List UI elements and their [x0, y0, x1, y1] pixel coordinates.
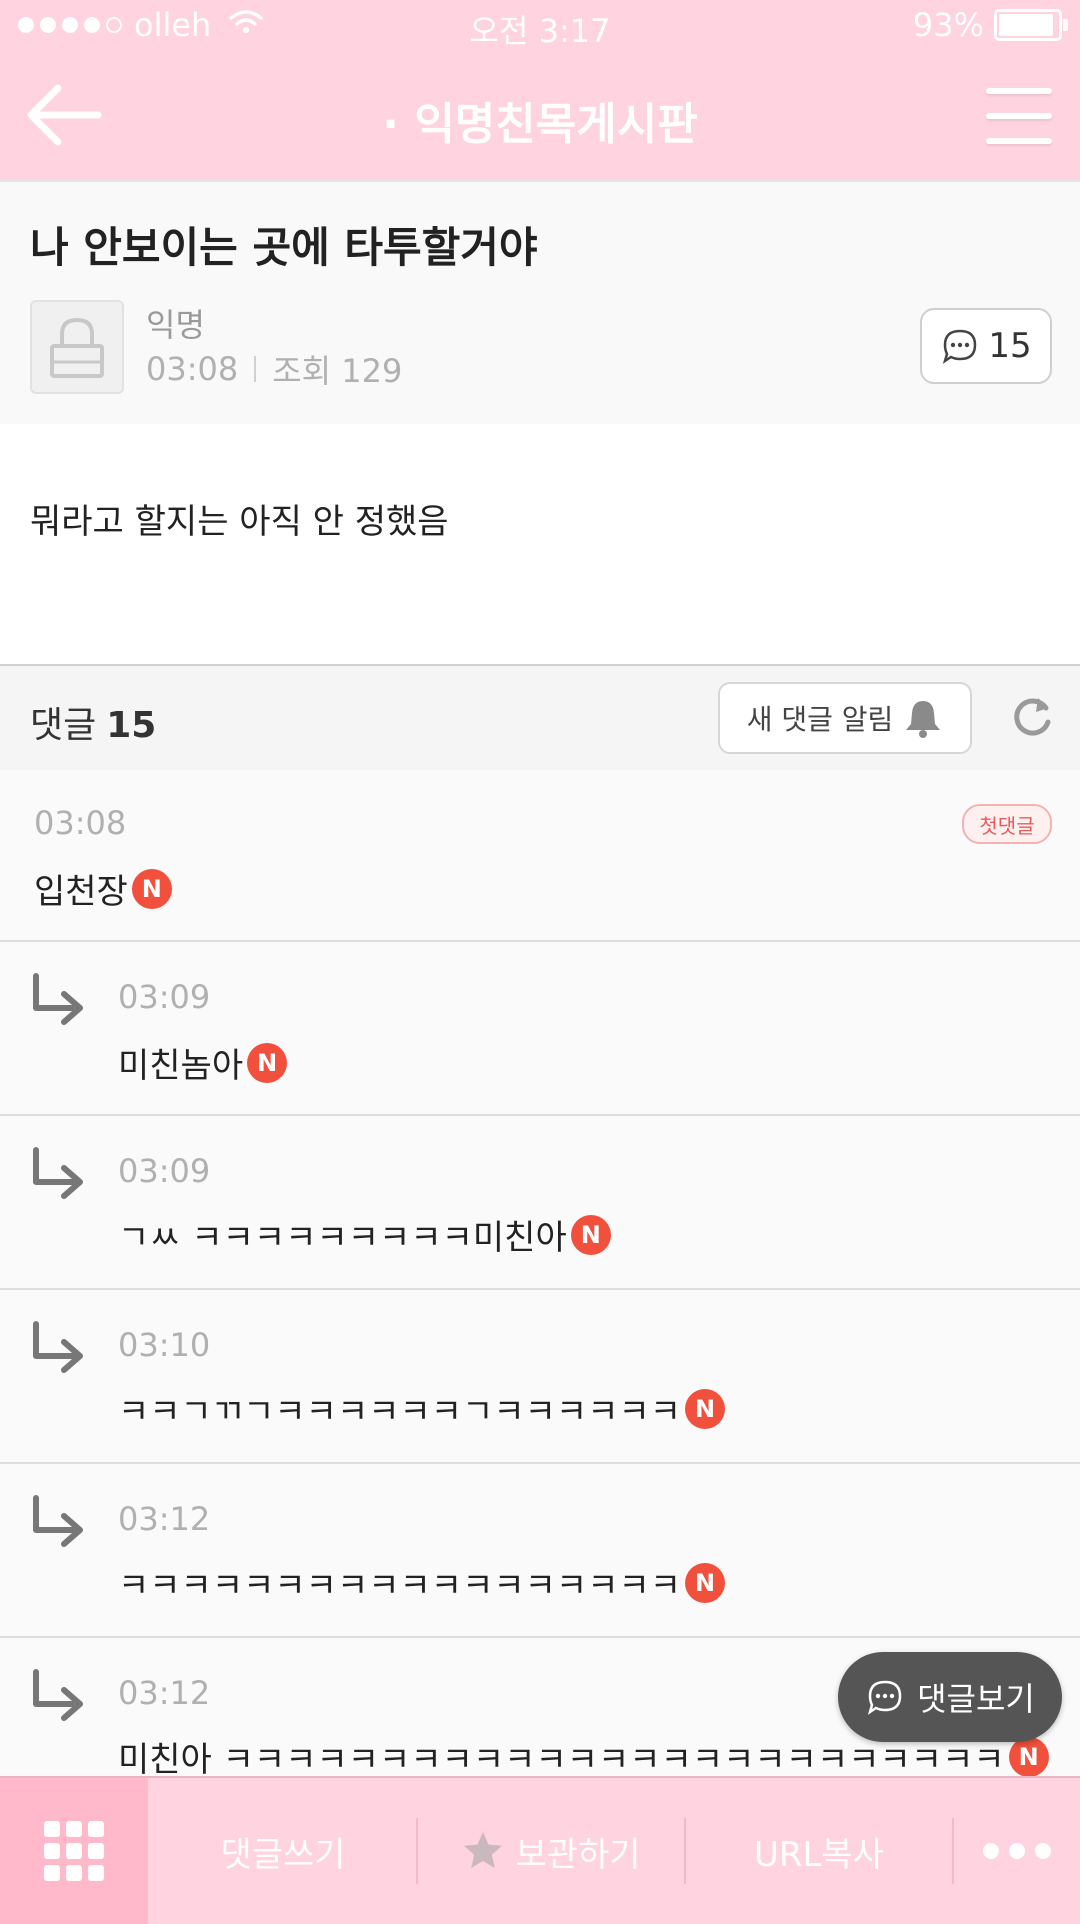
- post-views: 조회 129: [272, 352, 403, 390]
- battery-icon: [994, 9, 1068, 41]
- comment-time: 03:08: [34, 804, 127, 842]
- comment-time: 03:09: [118, 978, 211, 1016]
- post-title: 나 안보이는 곳에 타투할거야: [30, 223, 538, 272]
- post-meta: 03:08 조회 129: [146, 346, 402, 392]
- board-title: · 익명친목게시판: [382, 99, 698, 150]
- post-time: 03:08: [146, 350, 239, 388]
- post-author: 익명: [146, 306, 205, 344]
- speech-bubble-icon: [867, 1680, 902, 1715]
- post-body: 뭐라고 할지는 아직 안 정했음: [0, 424, 1080, 666]
- write-comment-button[interactable]: 댓글쓰기: [150, 1778, 416, 1924]
- battery-status: 93%: [912, 6, 1068, 44]
- more-dots-icon: [983, 1843, 1051, 1859]
- view-comments-fab[interactable]: 댓글보기: [838, 1652, 1062, 1742]
- comments-total: 15: [106, 705, 157, 746]
- lock-icon: [50, 317, 104, 378]
- new-badge: N: [685, 1562, 726, 1603]
- app-header: · 익명친목게시판: [0, 52, 1080, 182]
- refresh-button[interactable]: [1008, 692, 1058, 742]
- reply-arrow-icon: [33, 1147, 83, 1199]
- save-button[interactable]: 보관하기: [418, 1778, 684, 1924]
- reply-arrow-icon: [33, 1321, 83, 1373]
- comments-label: 댓글 15: [30, 705, 157, 746]
- comment-count: 15: [988, 326, 1032, 366]
- comment-item[interactable]: 03:08 첫댓글 입천장 N: [0, 770, 1080, 942]
- new-badge: N: [247, 1042, 288, 1083]
- post-content: 뭐라고 할지는 아직 안 정했음: [30, 502, 449, 542]
- bell-icon: [906, 701, 941, 738]
- comment-text: ㄱㅆ ㅋㅋㅋㅋㅋㅋㅋㅋㅋ미친아 N: [118, 1210, 611, 1259]
- bottom-toolbar: 댓글쓰기 보관하기 URL복사: [0, 1776, 1080, 1924]
- post-header: 나 안보이는 곳에 타투할거야 익명 03:08 조회 129 15: [0, 182, 1080, 426]
- comment-time: 03:12: [118, 1500, 211, 1538]
- comment-text: ㅋㅋㄱㄲㄱㅋㅋㅋㅋㅋㅋㄱㅋㅋㅋㅋㅋㅋ N: [118, 1384, 726, 1433]
- new-badge: N: [1008, 1736, 1049, 1777]
- reply-item[interactable]: 03:09 미친놈아 N: [0, 942, 1080, 1116]
- status-bar: olleh 오전 3:17 93%: [0, 0, 1080, 52]
- grid-menu-button[interactable]: [0, 1778, 148, 1924]
- avatar: [30, 300, 124, 394]
- comment-count-button[interactable]: 15: [920, 308, 1052, 384]
- comment-time: 03:10: [118, 1326, 211, 1364]
- new-badge: N: [570, 1214, 611, 1255]
- menu-button[interactable]: [986, 88, 1052, 144]
- reply-arrow-icon: [33, 1669, 83, 1721]
- reply-arrow-icon: [33, 1495, 83, 1547]
- grid-icon: [44, 1821, 104, 1881]
- comment-text: 미친놈아 N: [118, 1038, 288, 1087]
- reply-item[interactable]: 03:09 ㄱㅆ ㅋㅋㅋㅋㅋㅋㅋㅋㅋ미친아 N: [0, 1116, 1080, 1290]
- new-comment-alert-button[interactable]: 새 댓글 알림: [718, 682, 972, 754]
- comment-time: 03:09: [118, 1152, 211, 1190]
- comment-text: ㅋㅋㅋㅋㅋㅋㅋㅋㅋㅋㅋㅋㅋㅋㅋㅋㅋㅋ N: [118, 1558, 726, 1607]
- comments-header: 댓글 15 새 댓글 알림: [0, 666, 1080, 772]
- copy-url-button[interactable]: URL복사: [686, 1778, 952, 1924]
- comment-text: 입천장 N: [34, 864, 172, 913]
- reply-item[interactable]: 03:10 ㅋㅋㄱㄲㄱㅋㅋㅋㅋㅋㅋㄱㅋㅋㅋㅋㅋㅋ N: [0, 1290, 1080, 1464]
- reply-item[interactable]: 03:12 ㅋㅋㅋㅋㅋㅋㅋㅋㅋㅋㅋㅋㅋㅋㅋㅋㅋㅋ N: [0, 1464, 1080, 1638]
- reply-arrow-icon: [33, 973, 83, 1025]
- refresh-icon: [1014, 698, 1051, 736]
- star-icon: [464, 1832, 503, 1868]
- speech-bubble-icon: [943, 329, 977, 364]
- battery-percent: 93%: [912, 6, 984, 44]
- comment-time: 03:12: [118, 1674, 211, 1712]
- new-badge: N: [685, 1388, 726, 1429]
- more-button[interactable]: [954, 1778, 1080, 1924]
- new-badge: N: [131, 868, 172, 909]
- hamburger-icon: [986, 88, 1052, 94]
- meta-divider: [254, 356, 257, 382]
- first-comment-badge: 첫댓글: [962, 804, 1052, 844]
